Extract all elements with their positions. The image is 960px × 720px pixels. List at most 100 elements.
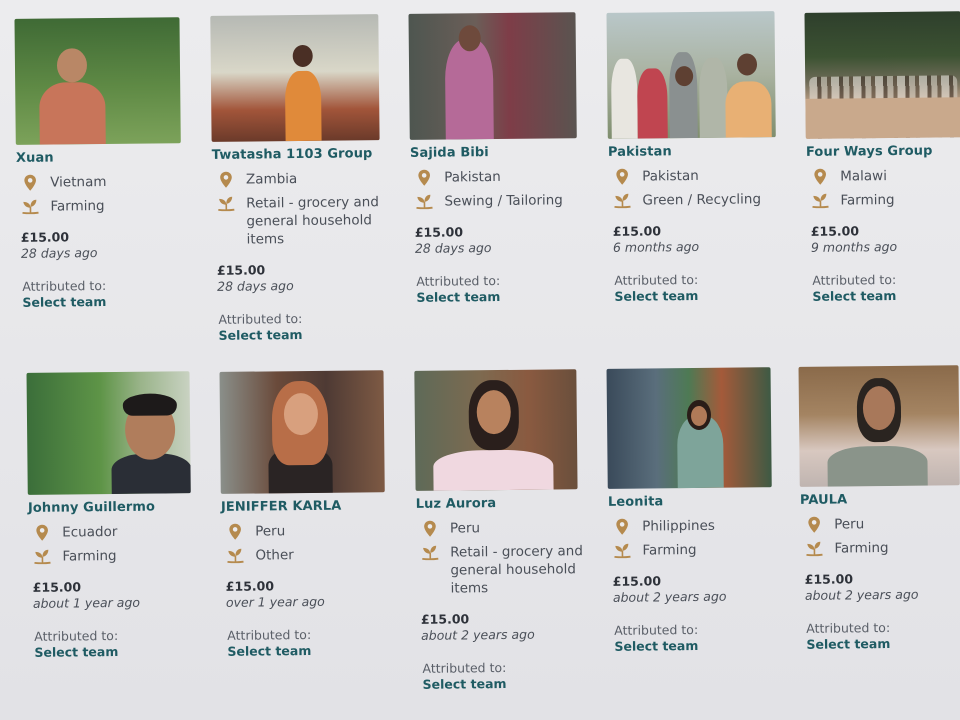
location-row: Peru [800, 514, 960, 534]
borrower-photo[interactable] [798, 365, 960, 487]
loan-amount: £15.00 [20, 229, 70, 245]
borrower-country: Philippines [642, 517, 715, 535]
borrower-country: Pakistan [642, 167, 699, 185]
sprout-icon [804, 540, 824, 558]
borrower-photo[interactable] [219, 370, 385, 494]
borrower-sector: Farming [62, 547, 117, 565]
select-team-link[interactable]: Select team [222, 642, 397, 659]
loan-card: Luz Aurora Peru Retail - grocery and gen… [414, 369, 592, 692]
borrower-country: Zambia [245, 171, 298, 188]
select-team-link[interactable]: Select team [411, 288, 586, 305]
borrower-country: Peru [449, 520, 481, 537]
sector-row: Farming [28, 546, 203, 566]
borrower-name[interactable]: JENIFFER KARLA [221, 498, 396, 515]
map-pin-icon [32, 524, 52, 542]
sprout-icon [216, 195, 236, 213]
borrower-sector: Retail - grocery and general household i… [246, 194, 379, 248]
sector-row: Green / Recycling [608, 190, 783, 210]
loan-amount: £15.00 [804, 571, 854, 587]
select-team-link[interactable]: Select team [609, 287, 784, 304]
location-row: Vietnam [16, 172, 191, 192]
select-team-link[interactable]: Select team [609, 637, 784, 654]
location-row: Zambia [212, 169, 387, 189]
borrower-name[interactable]: Twatasha 1103 Group [212, 146, 387, 163]
borrower-sector: Retail - grocery and general household i… [450, 543, 583, 597]
loan-time: 6 months ago [612, 238, 700, 255]
borrower-photo[interactable] [414, 369, 578, 491]
sector-row: Farming [16, 196, 191, 216]
select-team-link[interactable]: Select team [29, 643, 204, 660]
sprout-icon [20, 198, 40, 216]
loan-time: 9 months ago [810, 238, 898, 255]
sprout-icon [414, 193, 434, 211]
borrower-photo[interactable] [14, 17, 181, 145]
borrower-country: Ecuador [62, 523, 118, 541]
attributed-label: Attributed to: [422, 659, 507, 676]
select-team-link[interactable]: Select team [17, 293, 192, 310]
borrower-country: Peru [834, 516, 865, 533]
sprout-icon [32, 548, 52, 566]
attributed-label: Attributed to: [614, 271, 699, 288]
loan-history-grid: Xuan Vietnam Farming £15.00 28 days ago … [0, 0, 960, 720]
location-row: Peru [416, 518, 591, 538]
attributed-label: Attributed to: [22, 277, 107, 294]
select-team-link[interactable]: Select team [214, 326, 389, 343]
borrower-country: Peru [255, 523, 286, 540]
loan-time: about 1 year ago [32, 594, 141, 611]
map-pin-icon [612, 518, 632, 536]
loan-card: PAULA Peru Farming £15.00 about 2 years … [798, 365, 960, 652]
borrower-sector: Farming [50, 197, 105, 215]
loan-amount: £15.00 [32, 579, 82, 595]
sector-row: Other [221, 545, 396, 565]
loan-card: Four Ways Group Malawi Farming £15.00 9 … [804, 11, 960, 304]
attributed-label: Attributed to: [812, 271, 897, 288]
map-pin-icon [612, 168, 632, 186]
borrower-photo[interactable] [804, 11, 960, 139]
select-team-link[interactable]: Select team [418, 675, 593, 692]
loan-card: Xuan Vietnam Farming £15.00 28 days ago … [14, 17, 192, 310]
borrower-sector: Other [255, 547, 294, 564]
sector-row: Farming [608, 540, 783, 560]
borrower-sector: Farming [840, 191, 895, 209]
loan-card: JENIFFER KARLA Peru Other £15.00 over 1 … [219, 370, 398, 659]
borrower-photo[interactable] [408, 12, 577, 140]
borrower-sector: Sewing / Tailoring [444, 192, 563, 210]
borrower-name[interactable]: PAULA [800, 491, 960, 507]
borrower-name[interactable]: Leonita [608, 493, 783, 510]
borrower-name[interactable]: Pakistan [608, 143, 783, 160]
borrower-country: Pakistan [444, 168, 501, 186]
location-row: Malawi [806, 166, 960, 186]
borrower-name[interactable]: Johnny Guillermo [28, 499, 203, 516]
loan-card: Leonita Philippines Farming £15.00 about… [606, 367, 785, 654]
borrower-sector: Farming [642, 541, 697, 559]
map-pin-icon [810, 168, 830, 186]
location-row: Peru [221, 521, 396, 541]
borrower-photo[interactable] [26, 371, 191, 495]
select-team-link[interactable]: Select team [801, 635, 960, 652]
borrower-name[interactable]: Luz Aurora [416, 495, 591, 512]
loan-card: Johnny Guillermo Ecuador Farming £15.00 … [26, 371, 205, 660]
loan-card: Pakistan Pakistan Green / Recycling £15.… [606, 11, 784, 304]
location-row: Pakistan [608, 166, 783, 186]
borrower-name[interactable]: Xuan [16, 149, 191, 166]
sprout-icon [612, 192, 632, 210]
borrower-photo[interactable] [606, 11, 776, 139]
borrower-name[interactable]: Sajida Bibi [410, 144, 585, 161]
sprout-icon [810, 192, 830, 210]
loan-amount: £15.00 [216, 262, 266, 278]
map-pin-icon [216, 171, 236, 189]
sector-row: Retail - grocery and general household i… [416, 542, 592, 598]
borrower-photo[interactable] [210, 14, 380, 142]
borrower-photo[interactable] [606, 367, 772, 489]
select-team-link[interactable]: Select team [807, 287, 960, 304]
borrower-name[interactable]: Four Ways Group [806, 143, 960, 160]
loan-time: 28 days ago [217, 278, 294, 294]
attributed-label: Attributed to: [416, 272, 501, 289]
loan-card: Sajida Bibi Pakistan Sewing / Tailoring … [408, 12, 586, 305]
map-pin-icon [420, 520, 440, 538]
borrower-sector: Green / Recycling [642, 191, 762, 209]
sprout-icon [612, 542, 632, 560]
borrower-sector: Farming [834, 539, 889, 557]
attributed-label: Attributed to: [806, 619, 891, 636]
attributed-label: Attributed to: [614, 621, 699, 638]
